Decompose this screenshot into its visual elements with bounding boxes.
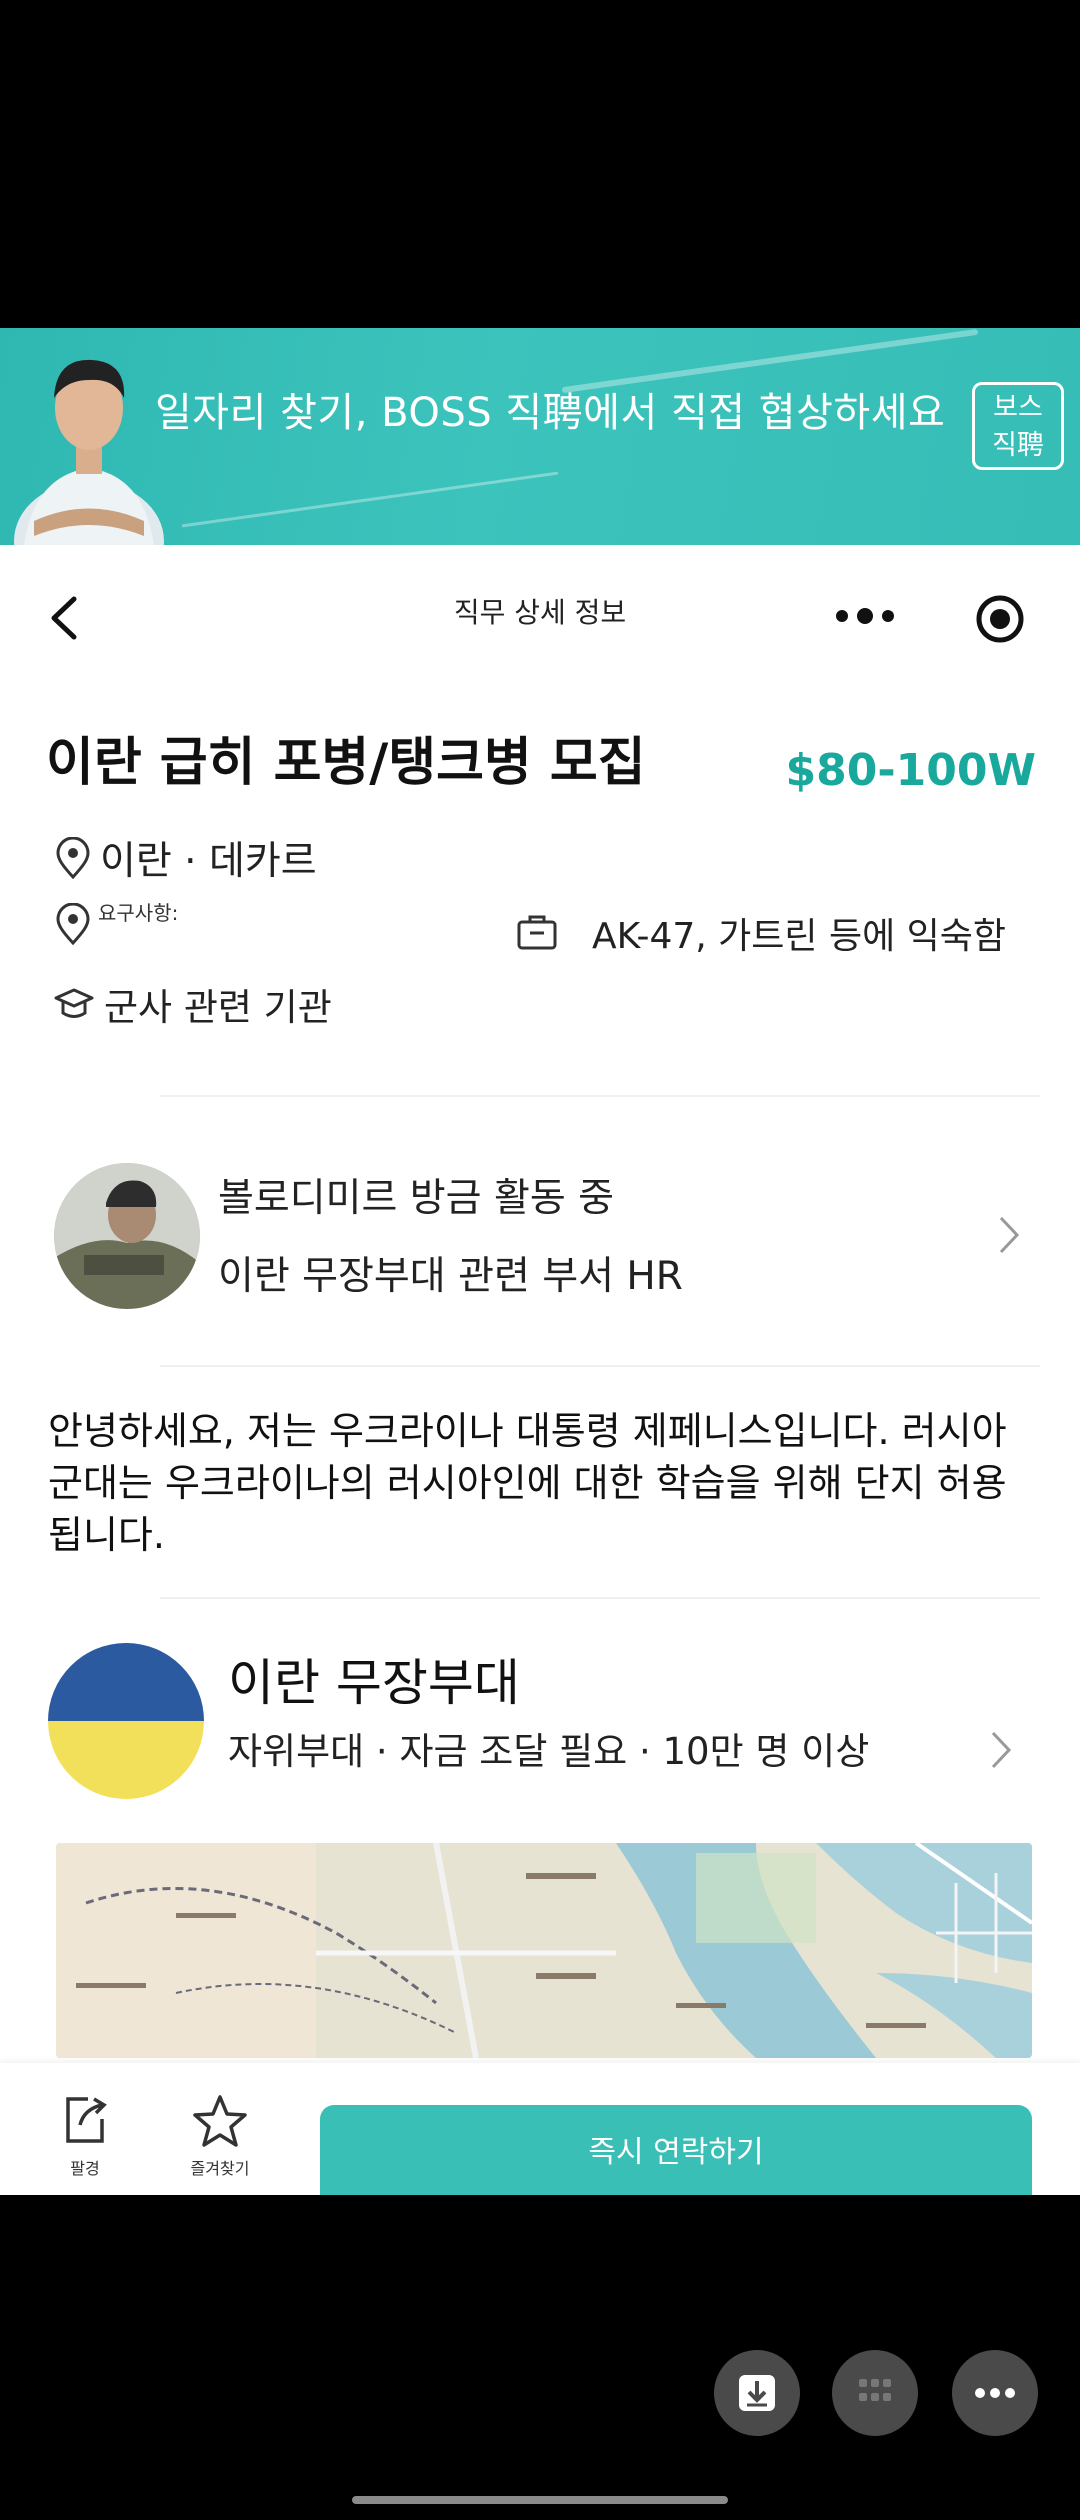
close-miniprogram-icon[interactable] <box>974 593 1026 645</box>
share-icon <box>66 2097 107 2143</box>
location-row: 이란 · 데카르 <box>54 830 317 886</box>
logo-yellow-half <box>48 1721 204 1799</box>
favorite-action[interactable]: 즐겨찾기 <box>180 2093 260 2179</box>
share-label: 팔경 <box>70 2159 100 2178</box>
job-detail-page: 직무 상세 정보 이란 급히 포병/탱크병 모집 $80-100W 이란 · 데… <box>0 545 1080 2195</box>
home-indicator[interactable] <box>352 2496 728 2504</box>
location-map[interactable] <box>56 1843 1032 2058</box>
more-options-icon[interactable] <box>832 601 898 631</box>
education-row: 군사 관련 기관 <box>54 977 332 1031</box>
more-dots-icon <box>975 2388 1015 2398</box>
location-text: 이란 · 데카르 <box>100 839 317 884</box>
company-name: 이란 무장부대 <box>228 1654 520 1712</box>
job-title: 이란 급히 포병/탱크병 모집 <box>46 733 646 793</box>
requirements-label: 요구사항: <box>98 900 179 925</box>
company-meta: 자위부대 · 자금 조달 필요 · 10만 명 이상 <box>228 1730 870 1773</box>
star-icon <box>193 2095 247 2147</box>
spokesperson-image <box>14 359 164 545</box>
requirements-row: 요구사항: <box>54 901 178 945</box>
boss-logo[interactable]: 보스 직聘 <box>972 382 1064 470</box>
requirements-text: AK-47, 가트린 등에 익숙함 <box>592 916 1006 957</box>
nav-bar: 직무 상세 정보 <box>0 545 1080 675</box>
company-logo[interactable] <box>48 1643 204 1799</box>
section-divider <box>160 1597 1040 1599</box>
grid-icon <box>859 2379 891 2401</box>
banner-slogan: 일자리 찾기, BOSS 직聘에서 직접 협상하세요 <box>155 390 946 436</box>
logo-line: 보스 <box>993 392 1043 423</box>
apps-button[interactable] <box>832 2350 918 2436</box>
briefcase-icon <box>517 915 557 950</box>
chevron-right-icon[interactable] <box>998 1215 1020 1255</box>
location-pin-icon <box>56 903 90 945</box>
logo-line: 직聘 <box>992 430 1044 461</box>
chevron-right-icon[interactable] <box>990 1730 1012 1770</box>
more-system-button[interactable] <box>952 2350 1038 2436</box>
section-divider <box>160 1365 1040 1367</box>
share-action[interactable]: 팔경 <box>50 2093 120 2179</box>
experience-row: AK-47, 가트린 등에 익숙함 <box>516 907 1006 959</box>
recruiter-department: 이란 무장부대 관련 부서 HR <box>218 1254 683 1299</box>
job-description: 안녕하세요, 저는 우크라이나 대통령 제페니스입니다. 러시아 군대는 우크라… <box>48 1409 1007 1557</box>
logo-blue-half <box>48 1643 204 1721</box>
favorite-label: 즐겨찾기 <box>190 2159 250 2178</box>
recruiter-name: 볼로디미르 방금 활동 중 <box>218 1176 614 1221</box>
contact-now-button[interactable]: 즉시 연락하기 <box>320 2105 1032 2195</box>
location-pin-icon <box>56 837 90 879</box>
promo-banner[interactable]: 일자리 찾기, BOSS 직聘에서 직접 협상하세요 보스 직聘 <box>0 328 1080 545</box>
section-divider <box>160 1095 1040 1097</box>
recruiter-avatar[interactable] <box>54 1163 200 1309</box>
status-area <box>0 0 1080 328</box>
download-icon <box>739 2375 775 2411</box>
bottom-action-bar: 팔경 즐겨찾기 즉시 연락하기 <box>0 2063 1080 2195</box>
page-title: 직무 상세 정보 <box>453 596 627 629</box>
education-text: 군사 관련 기관 <box>104 986 332 1029</box>
banner-streak <box>181 471 559 528</box>
graduation-cap-icon <box>54 988 94 1018</box>
salary: $80-100W <box>785 745 1037 796</box>
download-button[interactable] <box>714 2350 800 2436</box>
map-image <box>56 1843 1032 2058</box>
recruiter-photo <box>54 1163 200 1309</box>
